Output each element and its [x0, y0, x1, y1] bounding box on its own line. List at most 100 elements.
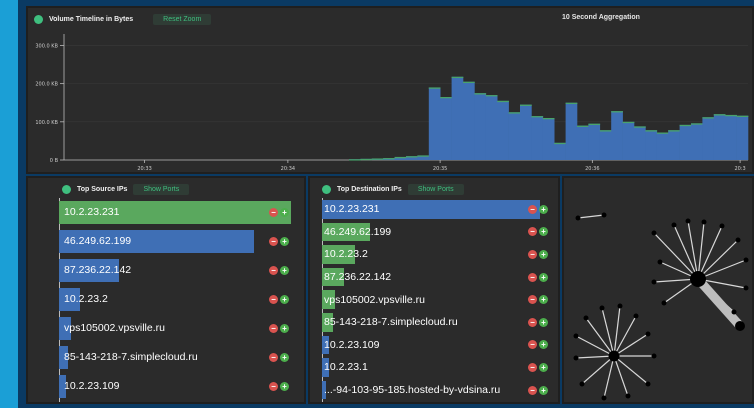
volume-bar-top — [497, 100, 509, 103]
exclude-minus-icon[interactable]: − — [269, 208, 278, 217]
exclude-minus-icon[interactable]: − — [269, 324, 278, 333]
x-tick-label: 20:3 — [734, 166, 745, 172]
exclude-minus-icon[interactable]: − — [528, 362, 537, 372]
volume-bar[interactable] — [542, 118, 555, 160]
include-plus-icon[interactable]: + — [539, 204, 548, 214]
source-ip-row[interactable]: 10.2.23.231 − + — [28, 198, 304, 227]
include-plus-icon[interactable]: + — [539, 317, 548, 327]
y-tick-label: 100.0 KB — [35, 120, 58, 126]
volume-bar[interactable] — [725, 114, 737, 160]
include-plus-icon[interactable]: + — [539, 272, 548, 282]
source-ip-row[interactable]: 10.2.23.2 − + — [28, 285, 304, 314]
exclude-minus-icon[interactable]: − — [528, 295, 537, 305]
volume-bar[interactable] — [531, 116, 544, 160]
exclude-minus-icon[interactable]: − — [528, 340, 537, 350]
exclude-minus-icon[interactable]: − — [269, 266, 278, 275]
source-ip-row[interactable]: vps105002.vpsville.ru − + — [28, 314, 304, 343]
destination-ip-row[interactable]: 10.2.23.231 − + — [310, 198, 558, 221]
exclude-minus-icon[interactable]: − — [528, 227, 537, 237]
volume-bar-top — [645, 130, 658, 132]
exclude-minus-icon[interactable]: − — [528, 272, 537, 282]
include-plus-icon[interactable]: + — [539, 340, 548, 350]
network-graph-panel[interactable] — [562, 176, 754, 404]
timeline-title: Volume Timeline in Bytes — [49, 15, 134, 23]
volume-bar[interactable] — [577, 125, 589, 160]
volume-bar[interactable] — [440, 97, 452, 160]
source-ip-row[interactable]: 10.2.23.109 − + — [28, 372, 304, 401]
include-plus-icon[interactable]: + — [539, 295, 548, 305]
volume-bar[interactable] — [611, 111, 623, 160]
exclude-minus-icon[interactable]: − — [528, 204, 537, 214]
include-plus-icon[interactable]: + — [280, 237, 289, 246]
include-plus-icon[interactable]: + — [539, 385, 548, 395]
volume-bar[interactable] — [485, 95, 498, 160]
destination-ip-row[interactable]: ...-94-103-95-185.hosted-by-vdsina.ru − + — [310, 379, 558, 402]
include-plus-icon[interactable]: + — [539, 227, 548, 237]
exclude-minus-icon[interactable]: − — [269, 237, 278, 246]
volume-bar[interactable] — [497, 100, 509, 160]
volume-bar-top — [474, 93, 487, 95]
left-accent-strip — [0, 0, 18, 408]
include-plus-icon[interactable]: + — [280, 295, 289, 304]
include-plus-icon[interactable]: + — [539, 362, 548, 372]
ip-address-label: 46.249.62.199 — [64, 235, 132, 247]
ip-address-label: 10.2.23.2 — [64, 293, 108, 305]
include-plus-icon[interactable]: + — [280, 324, 289, 333]
destination-ip-row[interactable]: 10.2.23.109 − + — [310, 334, 558, 357]
exclude-minus-icon[interactable]: − — [528, 249, 537, 259]
volume-bar-top — [508, 112, 521, 114]
volume-bar[interactable] — [679, 124, 692, 160]
volume-bar[interactable] — [428, 87, 441, 160]
exclude-minus-icon[interactable]: − — [269, 295, 278, 304]
destination-ip-row[interactable]: 10.2.23.1 − + — [310, 356, 558, 379]
volume-bar[interactable] — [565, 102, 578, 160]
include-plus-icon[interactable]: + — [280, 353, 289, 362]
exclude-minus-icon[interactable]: − — [269, 353, 278, 362]
volume-bar[interactable] — [645, 130, 658, 160]
source-ip-row[interactable]: 85-143-218-7.simplecloud.ru − + — [28, 343, 304, 372]
destination-ip-row[interactable]: 46.249.62.199 − + — [310, 221, 558, 244]
volume-bar-top — [634, 126, 646, 128]
include-plus-icon[interactable]: + — [280, 266, 289, 275]
volume-bar[interactable] — [668, 130, 680, 160]
reset-zoom-button[interactable]: Reset Zoom — [153, 13, 212, 25]
ip-address-label: 87.236.22.142 — [324, 271, 392, 284]
volume-bar[interactable] — [463, 81, 475, 160]
volume-bar[interactable] — [599, 130, 612, 160]
volume-bar[interactable] — [736, 115, 749, 160]
source-ip-row[interactable]: 46.249.62.199 − + — [28, 227, 304, 256]
include-plus-icon[interactable]: + — [280, 208, 289, 217]
source-ip-row[interactable]: 87.236.22.142 − + — [28, 256, 304, 285]
top-destination-ips-panel: Top Destination IPs Show Ports 10.2.23.2… — [308, 176, 560, 404]
volume-bar-top — [463, 81, 475, 84]
network-graph[interactable] — [564, 178, 752, 402]
include-plus-icon[interactable]: + — [280, 382, 289, 391]
x-tick-label: 20:33 — [137, 166, 151, 172]
volume-bar[interactable] — [508, 112, 521, 160]
destination-ip-row[interactable]: 85-143-218-7.simplecloud.ru − + — [310, 311, 558, 334]
volume-bar[interactable] — [702, 117, 715, 160]
exclude-minus-icon[interactable]: − — [269, 382, 278, 391]
volume-timeline-panel: Volume Timeline in Bytes Reset Zoom 10 S… — [26, 6, 754, 174]
include-plus-icon[interactable]: + — [539, 249, 548, 259]
volume-bar[interactable] — [554, 142, 566, 160]
volume-bar[interactable] — [656, 132, 669, 160]
volume-bar[interactable] — [451, 76, 464, 160]
volume-bar-top — [702, 117, 715, 119]
destination-ip-row[interactable]: 87.236.22.142 − + — [310, 266, 558, 289]
volume-bar[interactable] — [588, 123, 601, 160]
destination-ip-row[interactable]: 10.2.23.2 − + — [310, 243, 558, 266]
volume-bar[interactable] — [474, 93, 487, 160]
volume-bar[interactable] — [520, 104, 532, 160]
volume-bar[interactable] — [713, 114, 726, 160]
status-dot-icon — [322, 184, 331, 194]
volume-bar[interactable] — [691, 123, 703, 160]
source-show-ports-button[interactable]: Show Ports — [133, 183, 190, 195]
exclude-minus-icon[interactable]: − — [528, 385, 537, 395]
volume-chart[interactable]: 0 B 100.0 KB 200.0 KB 300.0 KB 20:33 20:34 20:… — [28, 28, 752, 174]
volume-bar[interactable] — [622, 121, 635, 160]
destination-show-ports-button[interactable]: Show Ports — [407, 183, 464, 195]
volume-bar[interactable] — [634, 126, 646, 160]
exclude-minus-icon[interactable]: − — [528, 317, 537, 327]
destination-ip-row[interactable]: vps105002.vpsville.ru − + — [310, 288, 558, 311]
